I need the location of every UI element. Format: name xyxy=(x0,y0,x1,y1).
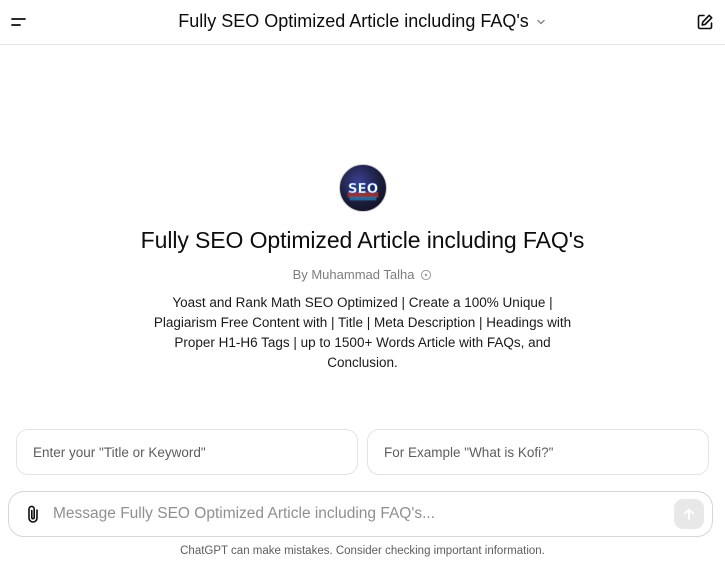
paperclip-icon xyxy=(28,505,38,523)
gpt-title-dropdown[interactable]: Fully SEO Optimized Article including FA… xyxy=(178,11,547,32)
chevron-down-icon xyxy=(537,19,545,24)
menu-icon xyxy=(11,18,26,26)
author-text: By Muhammad Talha xyxy=(292,267,415,282)
arrow-up-icon xyxy=(684,508,694,520)
description-line: Plagiarism Free Content with | Title | M… xyxy=(153,315,572,330)
header-title: Fully SEO Optimized Article including FA… xyxy=(178,11,529,31)
conversation-starters: Enter your "Title or Keyword" For Exampl… xyxy=(16,429,709,475)
info-icon[interactable] xyxy=(420,269,432,281)
gpt-author: By Muhammad Talha xyxy=(293,267,433,282)
message-input[interactable] xyxy=(53,505,674,523)
gpt-title: Fully SEO Optimized Article including FA… xyxy=(140,227,585,253)
gpt-avatar: SEO xyxy=(338,164,387,212)
new-chat-button[interactable] xyxy=(695,12,715,32)
avatar-logo-text: SEO xyxy=(347,182,377,197)
sidebar-toggle-button[interactable] xyxy=(9,12,29,32)
description-line: Yoast and Rank Math SEO Optimized | Crea… xyxy=(172,295,553,310)
gpt-intro: SEO Fully SEO Optimized Article includin… xyxy=(0,164,725,373)
send-button[interactable] xyxy=(674,499,704,529)
description-line: Conclusion. xyxy=(327,355,398,370)
starter-title-keyword[interactable]: Enter your "Title or Keyword" xyxy=(16,429,358,475)
gpt-description: Yoast and Rank Math SEO Optimized | Crea… xyxy=(143,293,583,373)
message-composer xyxy=(8,491,713,537)
disclaimer-text: ChatGPT can make mistakes. Consider chec… xyxy=(180,545,545,557)
starter-example[interactable]: For Example "What is Kofi?" xyxy=(367,429,709,475)
description-line: Proper H1-H6 Tags | up to 1500+ Words Ar… xyxy=(174,335,551,350)
edit-icon xyxy=(697,14,713,30)
attach-button[interactable] xyxy=(21,502,45,526)
top-bar: Fully SEO Optimized Article including FA… xyxy=(0,0,725,45)
